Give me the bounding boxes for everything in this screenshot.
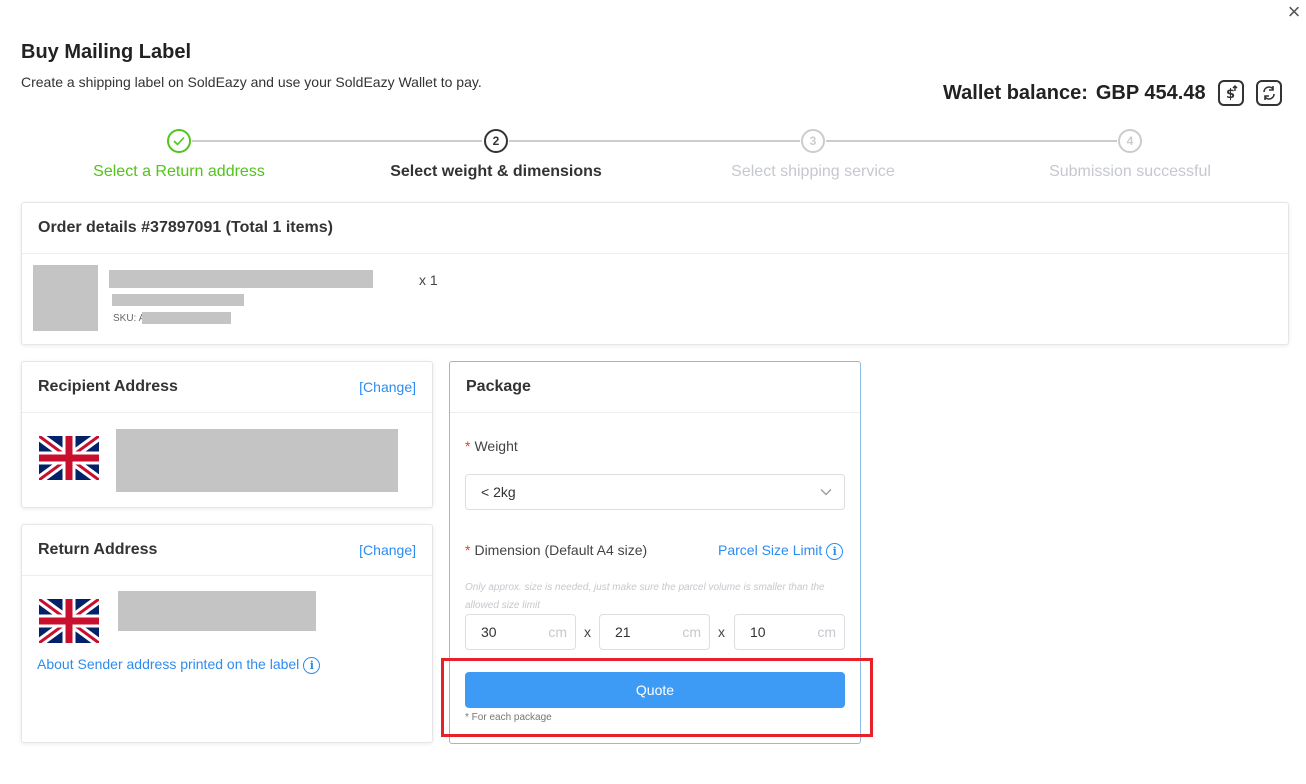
weight-label-text: Weight xyxy=(474,438,518,454)
return-address-card: Return Address [Change] About Sender add… xyxy=(21,524,433,743)
dimension-label-text: Dimension (Default A4 size) xyxy=(474,542,648,558)
dimension-separator: x xyxy=(584,624,591,640)
length-input[interactable]: 30 cm xyxy=(465,614,576,650)
length-unit: cm xyxy=(548,624,567,640)
product-image xyxy=(33,265,98,331)
info-icon[interactable]: i xyxy=(826,542,844,560)
return-address-header: Return Address [Change] xyxy=(22,525,432,576)
product-sku-label: SKU: A xyxy=(113,313,146,324)
product-sku-redacted xyxy=(142,312,231,324)
chevron-down-icon xyxy=(820,489,832,496)
info-icon[interactable]: i xyxy=(303,656,321,674)
height-value: 10 xyxy=(750,624,766,640)
step-connector xyxy=(509,140,800,142)
height-unit: cm xyxy=(817,624,836,640)
dimension-separator: x xyxy=(718,624,725,640)
order-details-header: Order details #37897091 (Total 1 items) xyxy=(22,203,1288,254)
svg-text:$: $ xyxy=(1226,87,1235,102)
parcel-size-limit-text[interactable]: Parcel Size Limit xyxy=(718,542,822,558)
product-title-redacted xyxy=(109,270,373,288)
return-address-redacted xyxy=(118,591,316,631)
dimension-hint: Only approx. size is needed, just make s… xyxy=(465,582,825,611)
step-connector xyxy=(826,140,1117,142)
order-details-title: Order details #37897091 (Total 1 items) xyxy=(38,219,333,236)
weight-label: * Weight xyxy=(465,438,518,454)
change-return-link[interactable]: [Change] xyxy=(359,542,416,558)
width-input[interactable]: 21 cm xyxy=(599,614,710,650)
dollar-topup-icon[interactable]: $ xyxy=(1217,80,1244,106)
uk-flag-icon xyxy=(39,599,99,643)
step-connector xyxy=(192,140,482,142)
step-3-label: Select shipping service xyxy=(731,163,895,180)
uk-flag-icon xyxy=(39,436,99,480)
wallet-balance: Wallet balance: GBP 454.48 $ xyxy=(943,80,1282,106)
change-recipient-link[interactable]: [Change] xyxy=(359,379,416,395)
step-2-label: Select weight & dimensions xyxy=(390,163,602,180)
product-quantity: x 1 xyxy=(419,272,438,288)
weight-select-value: < 2kg xyxy=(481,484,516,500)
wallet-amount: GBP 454.48 xyxy=(1095,81,1206,104)
about-sender-address-text[interactable]: About Sender address printed on the labe… xyxy=(37,656,299,672)
dimension-label: * Dimension (Default A4 size) xyxy=(465,542,647,558)
step-3-number: 3 xyxy=(801,129,825,153)
step-4-number: 4 xyxy=(1118,129,1142,153)
recipient-address-card: Recipient Address [Change] xyxy=(21,361,433,508)
about-sender-address-link[interactable]: About Sender address printed on the labe… xyxy=(37,656,321,674)
required-mark: * xyxy=(465,542,471,558)
step-1-label: Select a Return address xyxy=(93,163,265,180)
parcel-size-limit-link[interactable]: Parcel Size Limit i xyxy=(718,542,844,560)
refresh-icon[interactable] xyxy=(1255,80,1282,106)
recipient-address-header: Recipient Address [Change] xyxy=(22,362,432,413)
recipient-address-redacted xyxy=(116,429,398,492)
product-variant-redacted xyxy=(112,294,244,306)
order-details-card: Order details #37897091 (Total 1 items) … xyxy=(21,202,1289,345)
width-unit: cm xyxy=(682,624,701,640)
height-input[interactable]: 10 cm xyxy=(734,614,845,650)
wallet-label: Wallet balance: xyxy=(943,81,1088,104)
recipient-address-title: Recipient Address xyxy=(38,378,178,395)
weight-select[interactable]: < 2kg xyxy=(465,474,845,510)
return-address-title: Return Address xyxy=(38,541,158,558)
step-1-check-icon xyxy=(167,129,191,153)
step-4-label: Submission successful xyxy=(1049,163,1211,180)
package-header: Package xyxy=(450,362,860,413)
required-mark: * xyxy=(465,438,471,454)
width-value: 21 xyxy=(615,624,631,640)
dialog-title: Buy Mailing Label xyxy=(21,41,192,63)
step-2-number: 2 xyxy=(484,129,508,153)
length-value: 30 xyxy=(481,624,497,640)
highlight-box xyxy=(441,658,873,737)
dialog-subtitle: Create a shipping label on SoldEazy and … xyxy=(21,74,482,90)
close-icon[interactable]: × xyxy=(1283,1,1305,24)
package-title: Package xyxy=(466,378,531,395)
